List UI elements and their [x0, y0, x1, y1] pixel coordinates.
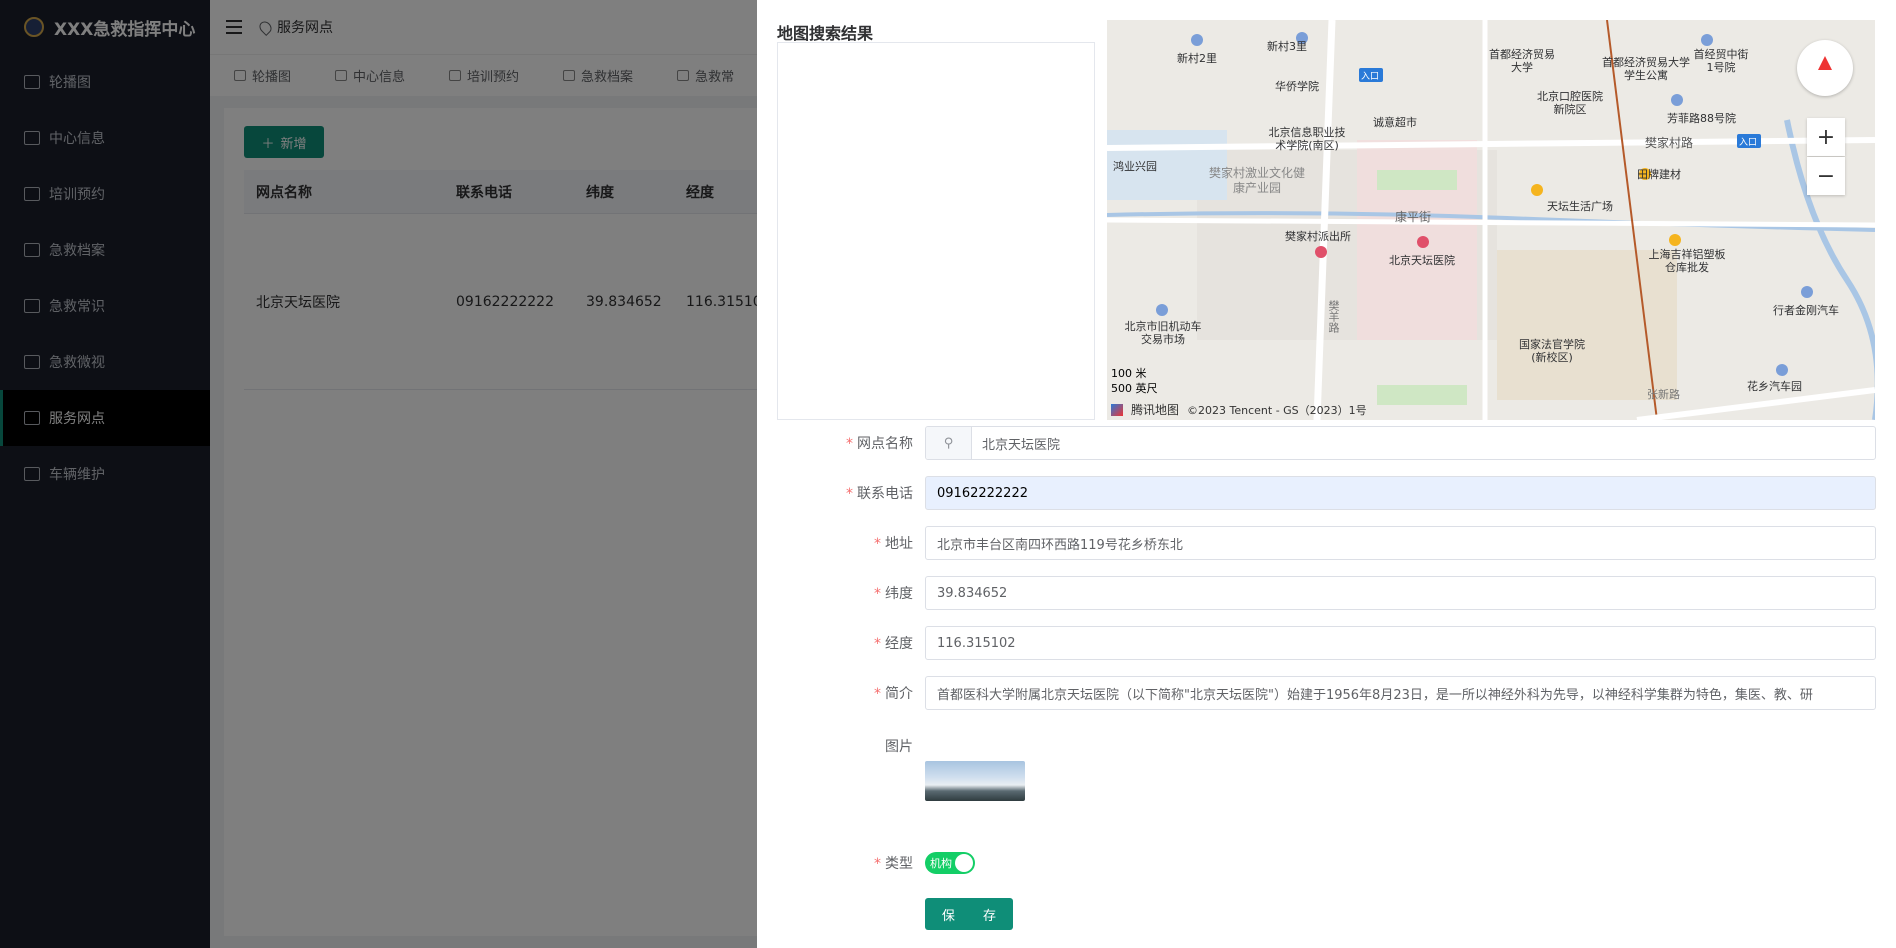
map-label: 北京天坛医院	[1389, 254, 1455, 267]
image-upload-area	[925, 726, 1025, 801]
map-label: 天坛生活广场	[1547, 200, 1613, 213]
form-row-lat: * 纬度 39.834652	[777, 576, 1876, 610]
form-row-address: * 地址 北京市丰台区南四环西路119号花乡桥东北	[777, 526, 1876, 560]
map-search-results	[777, 42, 1095, 420]
required-mark: *	[874, 686, 881, 702]
search-icon[interactable]: ⚲	[926, 427, 972, 459]
map-brand: 腾讯地图	[1131, 403, 1180, 417]
map-label: 首都经济贸易大学	[1489, 48, 1555, 74]
map-label: 北京信息职业技术学院(南区)	[1268, 126, 1346, 152]
required-mark: *	[874, 536, 881, 552]
zoom-out-button[interactable]: −	[1807, 157, 1845, 195]
label-text: 纬度	[885, 586, 913, 602]
map-label: 鸿业兴园	[1113, 160, 1157, 173]
longitude-input[interactable]: 116.315102	[925, 626, 1876, 660]
address-input[interactable]: 北京市丰台区南四环西路119号花乡桥东北	[925, 526, 1876, 560]
tencent-map-logo-icon	[1111, 403, 1123, 416]
form-row-lng: * 经度 116.315102	[777, 626, 1876, 660]
input-value: 09162222222	[937, 485, 1028, 501]
scale-meters: 100 米	[1111, 367, 1147, 380]
map-label: 上海吉祥铝塑板仓库批发	[1648, 248, 1726, 274]
form-label: * 类型	[777, 853, 925, 873]
required-mark: *	[874, 586, 881, 602]
map-label: 芳菲路88号院	[1667, 112, 1736, 125]
map-label: 花乡汽车园	[1747, 380, 1802, 393]
save-button[interactable]: 保 存	[925, 898, 1013, 930]
map-label: 樊羊路	[1327, 300, 1340, 333]
entrance-badge: 入口	[1739, 138, 1758, 148]
map-label: 康平街	[1395, 210, 1432, 224]
input-value: 北京天坛医院	[982, 437, 1061, 453]
input-value: 北京市丰台区南四环西路119号花乡桥东北	[937, 537, 1183, 553]
label-text: 类型	[885, 856, 913, 872]
hospital-image-thumbnail[interactable]	[925, 761, 1025, 801]
edit-drawer: 地图搜索结果 新村2里 新村3里 首都经济贸易大学 首都经济贸易大学学生公寓 首…	[757, 0, 1896, 948]
form-label: * 地址	[777, 533, 925, 553]
map-label: 国家法官学院(新校区)	[1519, 338, 1585, 364]
map-view[interactable]: 新村2里 新村3里 首都经济贸易大学 首都经济贸易大学学生公寓 首经贸中街1号院…	[1107, 20, 1875, 420]
map-label: 首经贸中街1号院	[1693, 48, 1749, 74]
map-copyright: ©2023 Tencent - GS（2023）1号	[1187, 403, 1367, 417]
required-mark: *	[846, 486, 853, 502]
label-text: 网点名称	[857, 436, 913, 452]
label-text: 联系电话	[857, 486, 913, 502]
intro-input[interactable]: 首都医科大学附属北京天坛医院（以下简称"北京天坛医院"）始建于1956年8月23…	[925, 676, 1876, 710]
form-row-name: * 网点名称 ⚲ 北京天坛医院	[777, 426, 1876, 460]
map-label: 田牌建材	[1637, 168, 1681, 181]
name-input[interactable]: ⚲ 北京天坛医院	[925, 426, 1876, 460]
compass-icon[interactable]	[1797, 40, 1853, 96]
map-attribution: 腾讯地图 ©2023 Tencent - GS（2023）1号	[1111, 401, 1367, 418]
form-row-actions: 保 存	[777, 898, 1876, 930]
map-label: 新村2里	[1177, 52, 1217, 65]
map-label: 首都经济贸易大学学生公寓	[1602, 56, 1690, 82]
label-text: 简介	[885, 686, 913, 702]
map-label: 樊家村激业文化健康产业园	[1208, 166, 1305, 195]
zoom-in-button[interactable]: +	[1807, 118, 1845, 156]
label-text: 图片	[885, 739, 913, 755]
input-value: 首都医科大学附属北京天坛医院（以下简称"北京天坛医院"）始建于1956年8月23…	[937, 687, 1813, 703]
label-text: 经度	[885, 636, 913, 652]
map-canvas	[1107, 20, 1875, 420]
form-row-type: * 类型 机构	[777, 852, 1876, 874]
map-search-title: 地图搜索结果	[777, 24, 874, 43]
form-row-intro: * 简介 首都医科大学附属北京天坛医院（以下简称"北京天坛医院"）始建于1956年…	[777, 676, 1876, 710]
input-value: 39.834652	[937, 585, 1008, 601]
required-mark: *	[874, 636, 881, 652]
map-label: 北京市旧机动车交易市场	[1124, 320, 1202, 346]
input-value: 116.315102	[937, 635, 1016, 651]
form-label: 图片	[777, 726, 925, 756]
switch-text: 机构	[930, 857, 952, 870]
entrance-badge: 入口	[1361, 72, 1380, 82]
switch-knob	[955, 854, 973, 872]
map-label: 华侨学院	[1275, 80, 1319, 93]
required-mark: *	[846, 436, 853, 452]
form-label: * 联系电话	[777, 483, 925, 503]
latitude-input[interactable]: 39.834652	[925, 576, 1876, 610]
map-label: 北京口腔医院新院区	[1537, 90, 1603, 116]
map-scale: 100 米 500 英尺	[1111, 366, 1158, 396]
phone-input[interactable]: 09162222222	[925, 476, 1876, 510]
label-text: 地址	[885, 536, 913, 552]
required-mark: *	[874, 856, 881, 872]
map-label: 行者金刚汽车	[1773, 304, 1839, 317]
map-label: 樊家村路	[1645, 136, 1694, 150]
form-label: * 网点名称	[777, 433, 925, 453]
form-label: * 经度	[777, 633, 925, 653]
map-label: 新村3里	[1267, 40, 1307, 53]
form-label: * 纬度	[777, 583, 925, 603]
map-label: 诚意超市	[1373, 116, 1417, 129]
map-label: 张新路	[1647, 388, 1680, 401]
scale-feet: 500 英尺	[1111, 382, 1158, 395]
form-row-phone: * 联系电话 09162222222	[777, 476, 1876, 510]
form-label: * 简介	[777, 683, 925, 703]
form-row-image: 图片	[777, 726, 1876, 801]
map-label: 樊家村派出所	[1285, 230, 1351, 243]
type-switch[interactable]: 机构	[925, 852, 975, 874]
